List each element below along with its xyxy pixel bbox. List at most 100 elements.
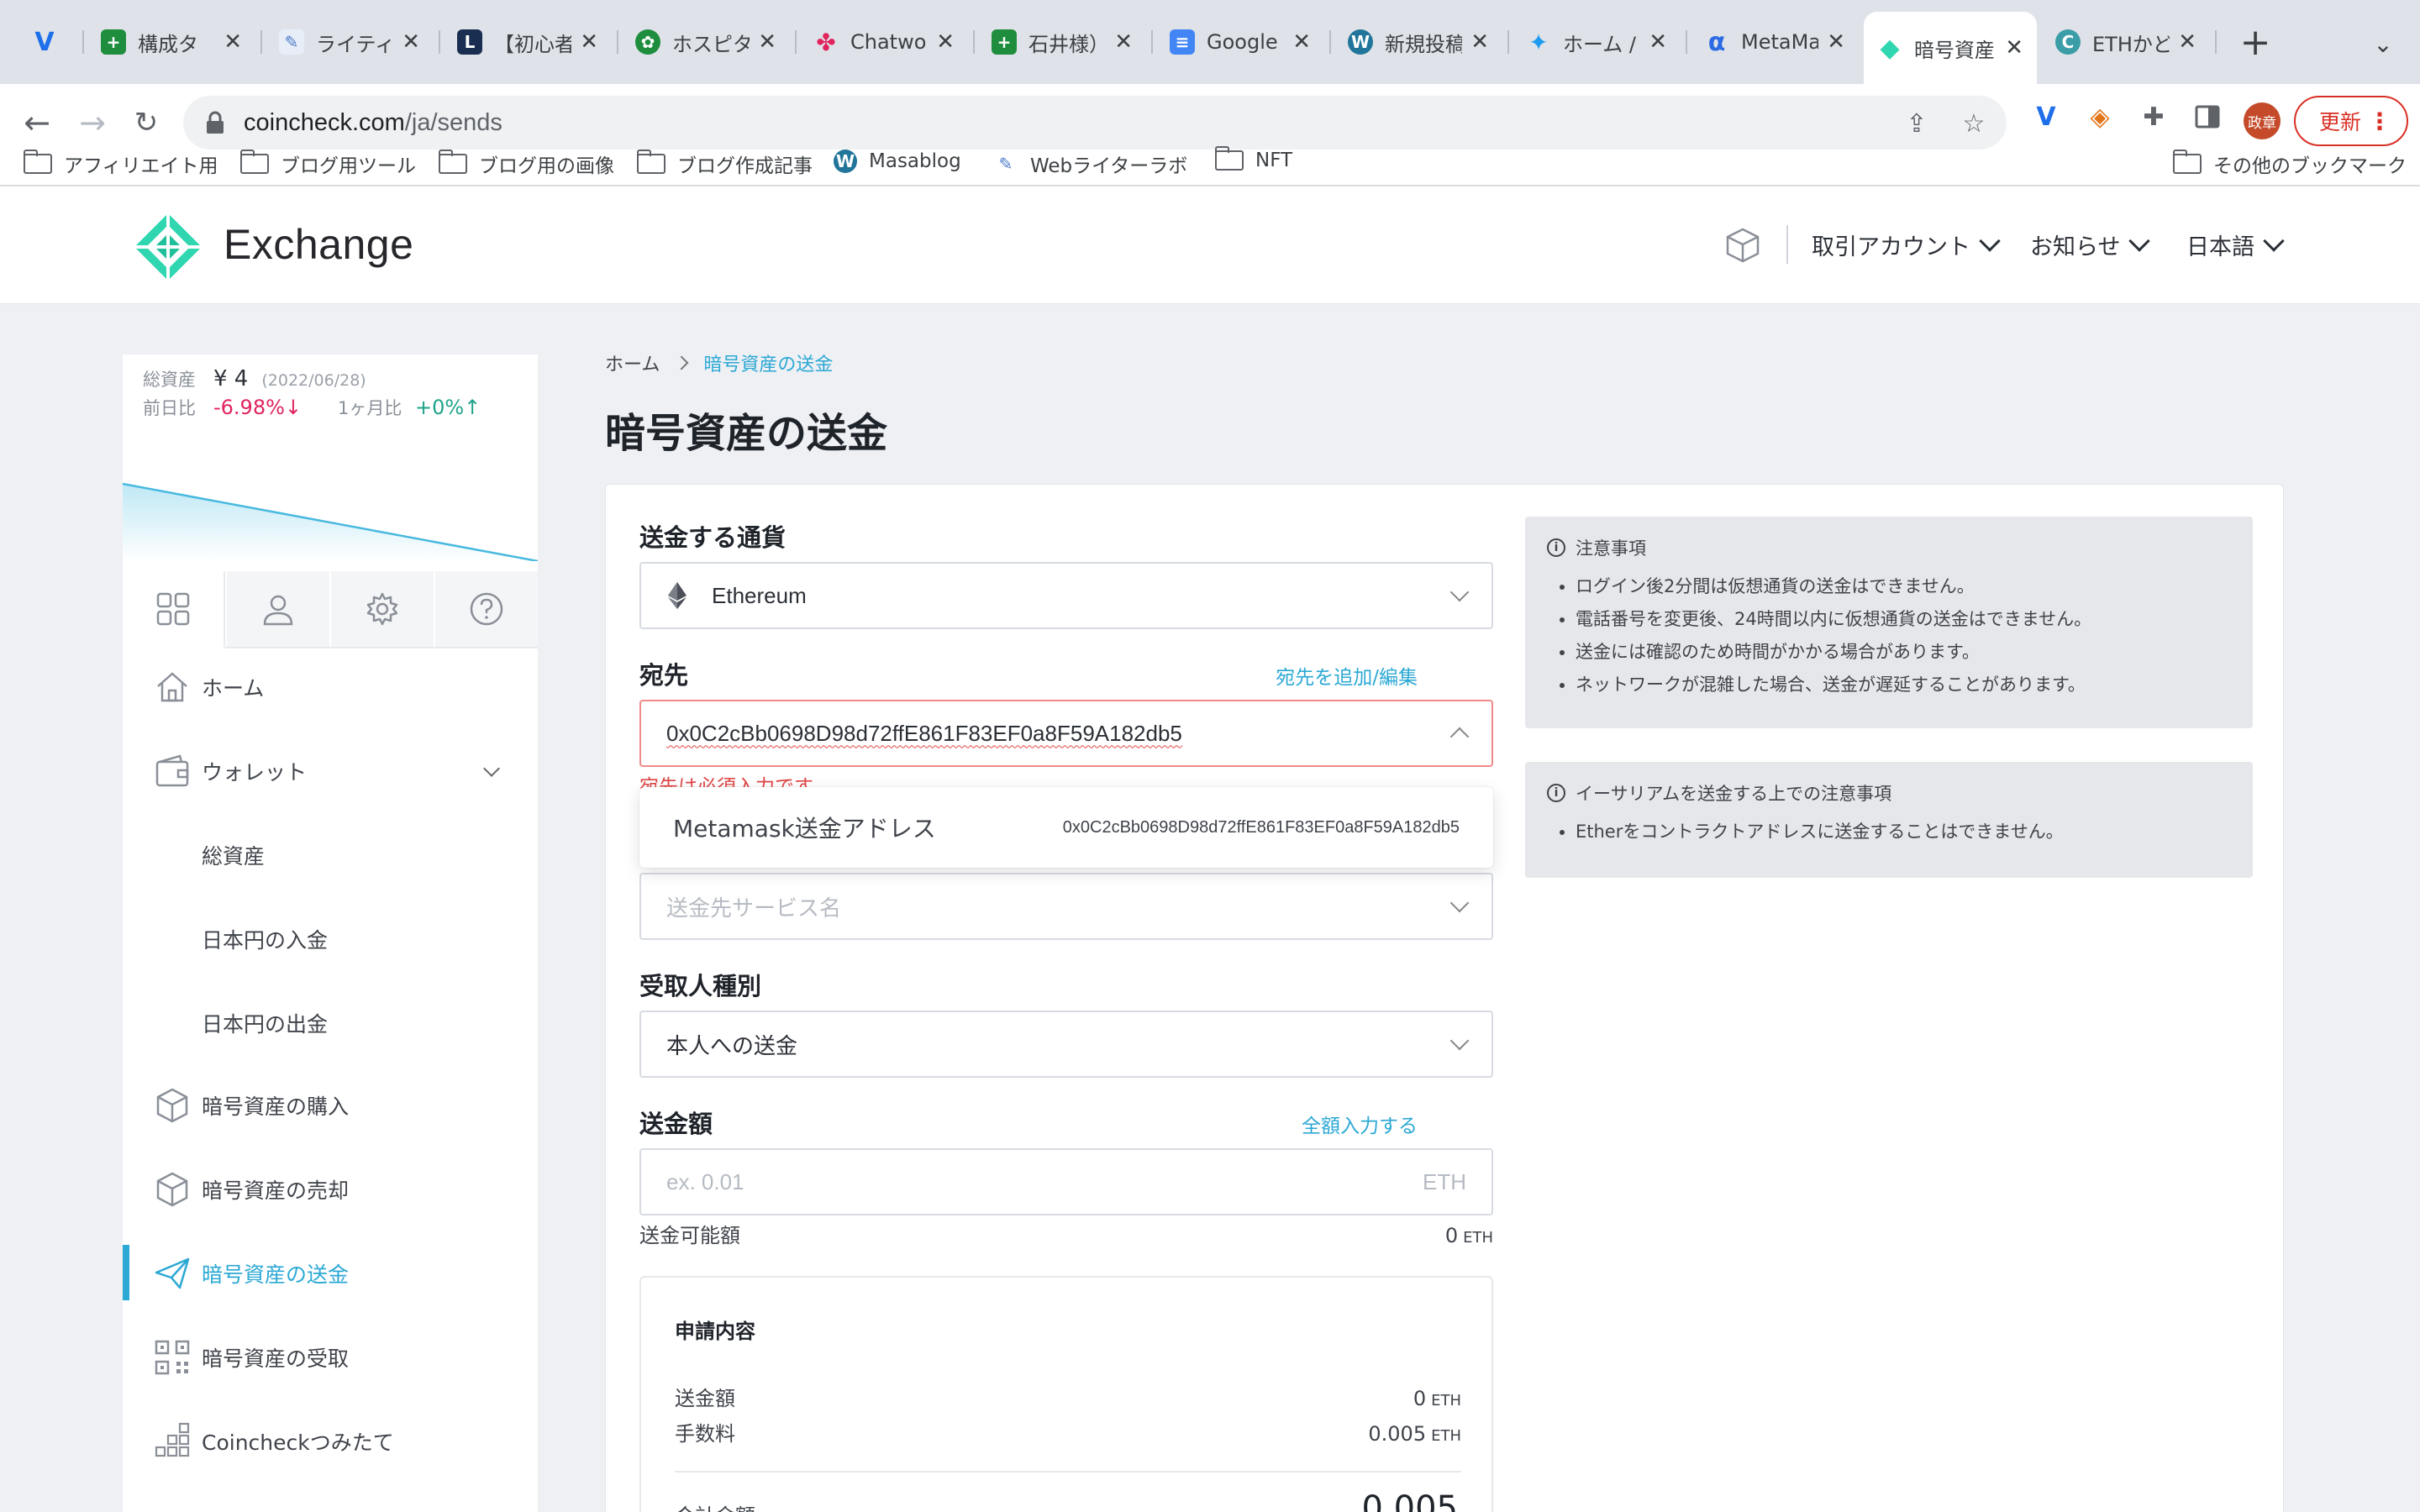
menu-notices[interactable]: お知らせ [2030,228,2151,261]
bookmark-folder-other[interactable]: その他のブックマーク [2173,150,2407,178]
update-button[interactable]: 更新 ⋮ [2294,96,2408,146]
sidebar-item-tsumitate[interactable]: Coincheckつみたて [123,1416,538,1467]
tab-help[interactable] [435,571,538,648]
breadcrumb-home[interactable]: ホーム [605,349,660,376]
info-icon: i [1547,538,1565,557]
close-icon[interactable]: ✕ [2178,29,2196,55]
menu-language[interactable]: 日本語 [2186,228,2285,261]
reload-button[interactable]: ↻ [124,101,168,144]
menu-trading-account[interactable]: 取引アカウント [1812,228,2001,261]
bookmark-folder[interactable]: ブログ用の画像 [439,150,614,178]
bookmark-folder[interactable]: NFT [1215,146,1293,171]
day-change-value: -6.98%↓ [213,396,302,419]
recipient-type-select[interactable]: 本人への送金 [639,1011,1493,1078]
add-edit-address-link[interactable]: 宛先を追加/編集 [1276,661,1418,690]
sidebar-item-receive-crypto[interactable]: 暗号資産の受取 [123,1332,538,1383]
bookmark-writer-lab[interactable]: ✎ Webライターラボ [993,150,1188,178]
tab-label: MetaMa [1741,30,1819,54]
tab-writer-lab[interactable]: ✎ ライティ ✕ [266,17,434,67]
tab-wordpress[interactable]: W 新規投稿 ✕ [1334,17,1502,67]
summary-fee-row: 手数料 0.005 ETH [675,1417,1461,1446]
tab-dashboard[interactable] [123,571,225,648]
sidebar-item-send-crypto[interactable]: 暗号資産の送金 [123,1245,538,1300]
bookmark-folder[interactable]: アフィリエイト用 [24,150,218,178]
forward-button[interactable]: → [71,101,114,144]
address-dropdown-option[interactable]: Metamask送金アドレス 0x0C2cBb0698D98d72ffE861F… [639,787,1493,868]
tab-account[interactable] [227,571,329,648]
service-name-select[interactable]: 送金先サービス名 [639,873,1493,940]
tab-coincheck-active[interactable]: ◆ 暗号資産 ✕ [1864,12,2037,84]
wordpress-icon: W [1348,29,1373,55]
chevron-down-icon [1979,229,2001,252]
share-icon[interactable]: ⇪ [1902,109,1931,138]
close-icon[interactable]: ✕ [402,29,420,55]
writer-lab-icon: ✎ [279,29,304,55]
ethereum-icon [668,582,687,609]
bookmark-label: NFT [1255,150,1293,171]
cube-icon[interactable] [1724,227,1761,264]
side-panel-icon[interactable] [2190,99,2225,134]
info-icon: i [1547,784,1565,802]
tab-beginner[interactable]: L 【初心者 ✕ [444,17,612,67]
kebab-menu-icon[interactable]: ⋮ [2368,108,2391,135]
bookmark-folder[interactable]: ブログ作成記事 [637,150,813,178]
new-tab-button[interactable]: + [2232,18,2279,66]
bookmark-masablog[interactable]: W Masablog [834,150,961,173]
available-label: 送金可能額 [639,1224,740,1247]
close-icon[interactable]: ✕ [1292,29,1311,55]
currency-select[interactable]: Ethereum [639,562,1493,629]
sidebar-item-jpy-withdraw[interactable]: 日本円の出金 [123,998,538,1048]
chevron-down-icon [483,760,500,777]
sidebar-item-wallet[interactable]: ウォレット [123,746,538,796]
vivaldi-v-icon[interactable]: V [2028,99,2064,134]
update-label: 更新 [2319,110,2362,134]
address-select[interactable]: 0x0C2cBb0698D98d72ffE861F83EF0a8F59A182d… [639,700,1493,767]
tab-search-icon[interactable]: ⌄ [2363,24,2403,64]
extensions-puzzle-icon[interactable]: ✚ [2136,99,2171,134]
amount-input[interactable]: ex. 0.01 ETH [639,1148,1493,1215]
close-icon[interactable]: ✕ [1114,29,1133,55]
tab-chatwork[interactable]: ✤ Chatwo ✕ [800,17,968,67]
sidebar-item-sell-crypto[interactable]: 暗号資産の売却 [123,1164,538,1215]
fill-all-link[interactable]: 全額入力する [1302,1110,1418,1138]
close-icon[interactable]: ✕ [936,29,955,55]
close-icon[interactable]: ✕ [580,29,598,55]
tab-eth[interactable]: C ETHかど ✕ [2042,17,2210,67]
tab-twitter[interactable]: ✦ ホーム / ✕ [1512,17,1681,67]
sidebar-item-buy-crypto[interactable]: 暗号資産の購入 [123,1080,538,1131]
metamask-fox-icon[interactable]: ◈ [2082,99,2118,134]
home-icon [157,672,187,702]
star-icon[interactable]: ☆ [1960,109,1988,138]
bookmark-folder[interactable]: ブログ用ツール [240,150,416,178]
sidebar-item-total-assets[interactable]: 総資産 [123,830,538,880]
close-icon[interactable]: ✕ [1470,29,1489,55]
vivaldi-v-icon: V [34,27,55,57]
coincheck-logo-icon[interactable] [133,212,203,282]
tab-hospital[interactable]: ✿ ホスピタ ✕ [622,17,790,67]
sidebar-item-home[interactable]: ホーム [123,662,538,712]
tab-settings[interactable] [331,571,434,648]
sidebar-item-jpy-deposit[interactable]: 日本円の入金 [123,914,538,964]
close-icon[interactable]: ✕ [224,29,242,55]
logo-text[interactable]: Exchange [224,220,413,269]
twitter-icon: ✦ [1528,28,1549,56]
back-button[interactable]: ← [15,101,59,144]
close-icon[interactable]: ✕ [2005,35,2023,60]
tab-label: 【初心者 [494,32,572,56]
close-icon[interactable]: ✕ [1827,29,1845,55]
close-icon[interactable]: ✕ [758,29,776,55]
tab-sheets-1[interactable]: + 構成タ ✕ [87,17,255,67]
currency-label: 送金する通貨 [639,523,786,552]
tab-vivaldi[interactable]: V [18,17,77,67]
profile-avatar[interactable]: 政章 [2244,102,2281,139]
tab-metamask[interactable]: α MetaMa ✕ [1691,17,1859,67]
month-change-label: 1ヶ月比 [338,398,402,418]
menu-label: 日本語 [2186,234,2254,260]
tab-google-docs[interactable]: ≡ Google ✕ [1156,17,1324,67]
writer-lab-icon: ✎ [998,154,1013,174]
tab-sheets-2[interactable]: + 石井様） ✕ [978,17,1146,67]
sidebar-item-label: 暗号資産の売却 [202,1179,350,1203]
docs-icon: ≡ [1170,29,1195,55]
menu-label: 取引アカウント [1812,234,1970,260]
close-icon[interactable]: ✕ [1649,29,1667,55]
